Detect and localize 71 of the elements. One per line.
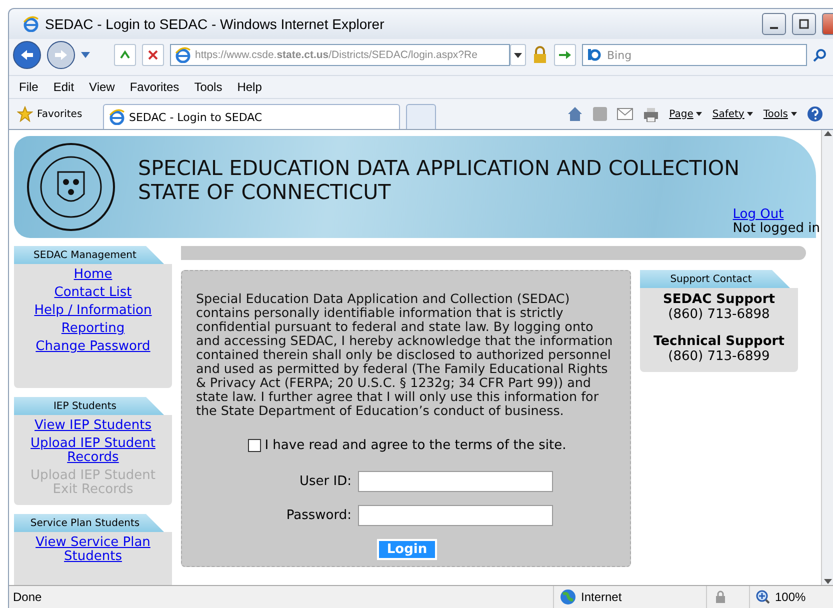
address-dropdown-button[interactable]: [510, 44, 526, 66]
agree-label: I have read and agree to the terms of the site.: [264, 438, 566, 453]
forward-button[interactable]: [47, 41, 75, 69]
stop-button[interactable]: [142, 44, 164, 66]
sidebar-link[interactable]: Help / Information: [34, 304, 152, 318]
zoom-icon[interactable]: [756, 590, 770, 604]
contact-phone: (860) 713-6898: [668, 307, 770, 322]
command-menu[interactable]: Safety: [712, 108, 744, 120]
star-icon: [17, 106, 33, 122]
browser-tab[interactable]: SEDAC - Login to SEDAC: [103, 104, 400, 129]
menu-item[interactable]: Help: [237, 80, 262, 94]
zone-label: Internet: [581, 590, 622, 604]
browser-logo-icon: [23, 16, 39, 32]
site-title: SPECIAL EDUCATION DATA APPLICATION AND COLLECTION STATE OF CONNECTICUT: [138, 156, 740, 204]
search-icon[interactable]: [813, 48, 827, 62]
input-field[interactable]: [358, 471, 552, 492]
log-out-link[interactable]: Log Out: [732, 208, 784, 222]
menu-item[interactable]: File: [19, 80, 38, 94]
maximize-icon: [799, 19, 809, 29]
input-field[interactable]: [358, 505, 552, 526]
login-status: Not logged in: [732, 222, 820, 236]
menu-item[interactable]: Favorites: [130, 80, 180, 94]
home-icon[interactable]: [567, 106, 584, 122]
field-label: Password:: [285, 508, 352, 523]
go-button[interactable]: [554, 44, 576, 66]
sidebar-link[interactable]: Upload IEP Student Records: [18, 437, 168, 465]
contact-name: Technical Support: [654, 334, 784, 349]
dropdown-caret-icon[interactable]: [81, 52, 90, 58]
minimize-icon: [770, 27, 778, 29]
menu-item[interactable]: View: [89, 80, 115, 94]
sidebar-link[interactable]: View Service Plan Students: [18, 536, 168, 564]
caret-icon[interactable]: [696, 112, 702, 116]
menu-item[interactable]: Edit: [53, 80, 74, 94]
caret-icon: [514, 52, 522, 58]
favorites-button[interactable]: Favorites: [17, 106, 97, 122]
refresh-button[interactable]: [114, 44, 136, 66]
minimize-button[interactable]: [762, 13, 786, 35]
status-text: Done: [12, 590, 43, 604]
field-label: User ID:: [298, 474, 352, 489]
scroll-up-icon[interactable]: [824, 130, 832, 136]
help-icon[interactable]: [807, 106, 823, 122]
vertical-scrollbar[interactable]: [821, 130, 833, 585]
sidebar-link[interactable]: View IEP Students: [34, 419, 152, 433]
printer-icon[interactable]: [643, 106, 660, 122]
padlock-icon[interactable]: [532, 46, 548, 64]
contact-phone: (860) 713-6899: [668, 349, 770, 364]
back-arrow-icon: [20, 49, 34, 61]
menu-item[interactable]: Tools: [194, 80, 222, 94]
back-button[interactable]: [13, 41, 41, 69]
browser-logo-icon: [109, 109, 125, 125]
command-menu[interactable]: Page: [669, 108, 694, 120]
sidebar-link[interactable]: Reporting: [61, 322, 125, 336]
forward-arrow-icon: [54, 49, 68, 61]
agree-checkbox[interactable]: [248, 439, 261, 452]
browser-logo-icon: [175, 47, 191, 63]
globe-icon: [560, 589, 576, 605]
sidebar-link[interactable]: Contact List: [54, 286, 132, 300]
notice-text: Special Education Data Application and Collection (SEDAC) contains personally identifiable information that is strictly confidential pursuant to federal and state law. By logging onto and accessing SEDAC, I hereby acknowledge that the information contained therein shall only be disclosed to authorized personnel and used as permitted by federal (The Family Educational Rights & Privacy Act (FERPA; 20 U.S.C. § 1232g; 34 CFR Part 99)) and state law. I further agree that I will only use this information for the State Department of Education’s conduct of business.: [196, 292, 614, 418]
contact-name: SEDAC Support: [663, 292, 775, 307]
zoom-level[interactable]: 100%: [775, 590, 806, 604]
mail-icon[interactable]: [617, 108, 634, 120]
command-menu[interactable]: Tools: [763, 108, 788, 120]
search-engine-logo-icon: [587, 49, 601, 61]
close-icon: [148, 50, 158, 60]
sidebar-link[interactable]: Home: [74, 268, 112, 282]
window-title: SEDAC - Login to SEDAC - Windows Internet Explorer: [45, 16, 386, 32]
caret-icon[interactable]: [747, 112, 754, 116]
caret-icon[interactable]: [791, 112, 797, 116]
maximize-button[interactable]: [792, 13, 816, 35]
arrow-icon: [559, 50, 571, 60]
sidebar-link[interactable]: Change Password: [36, 340, 150, 354]
